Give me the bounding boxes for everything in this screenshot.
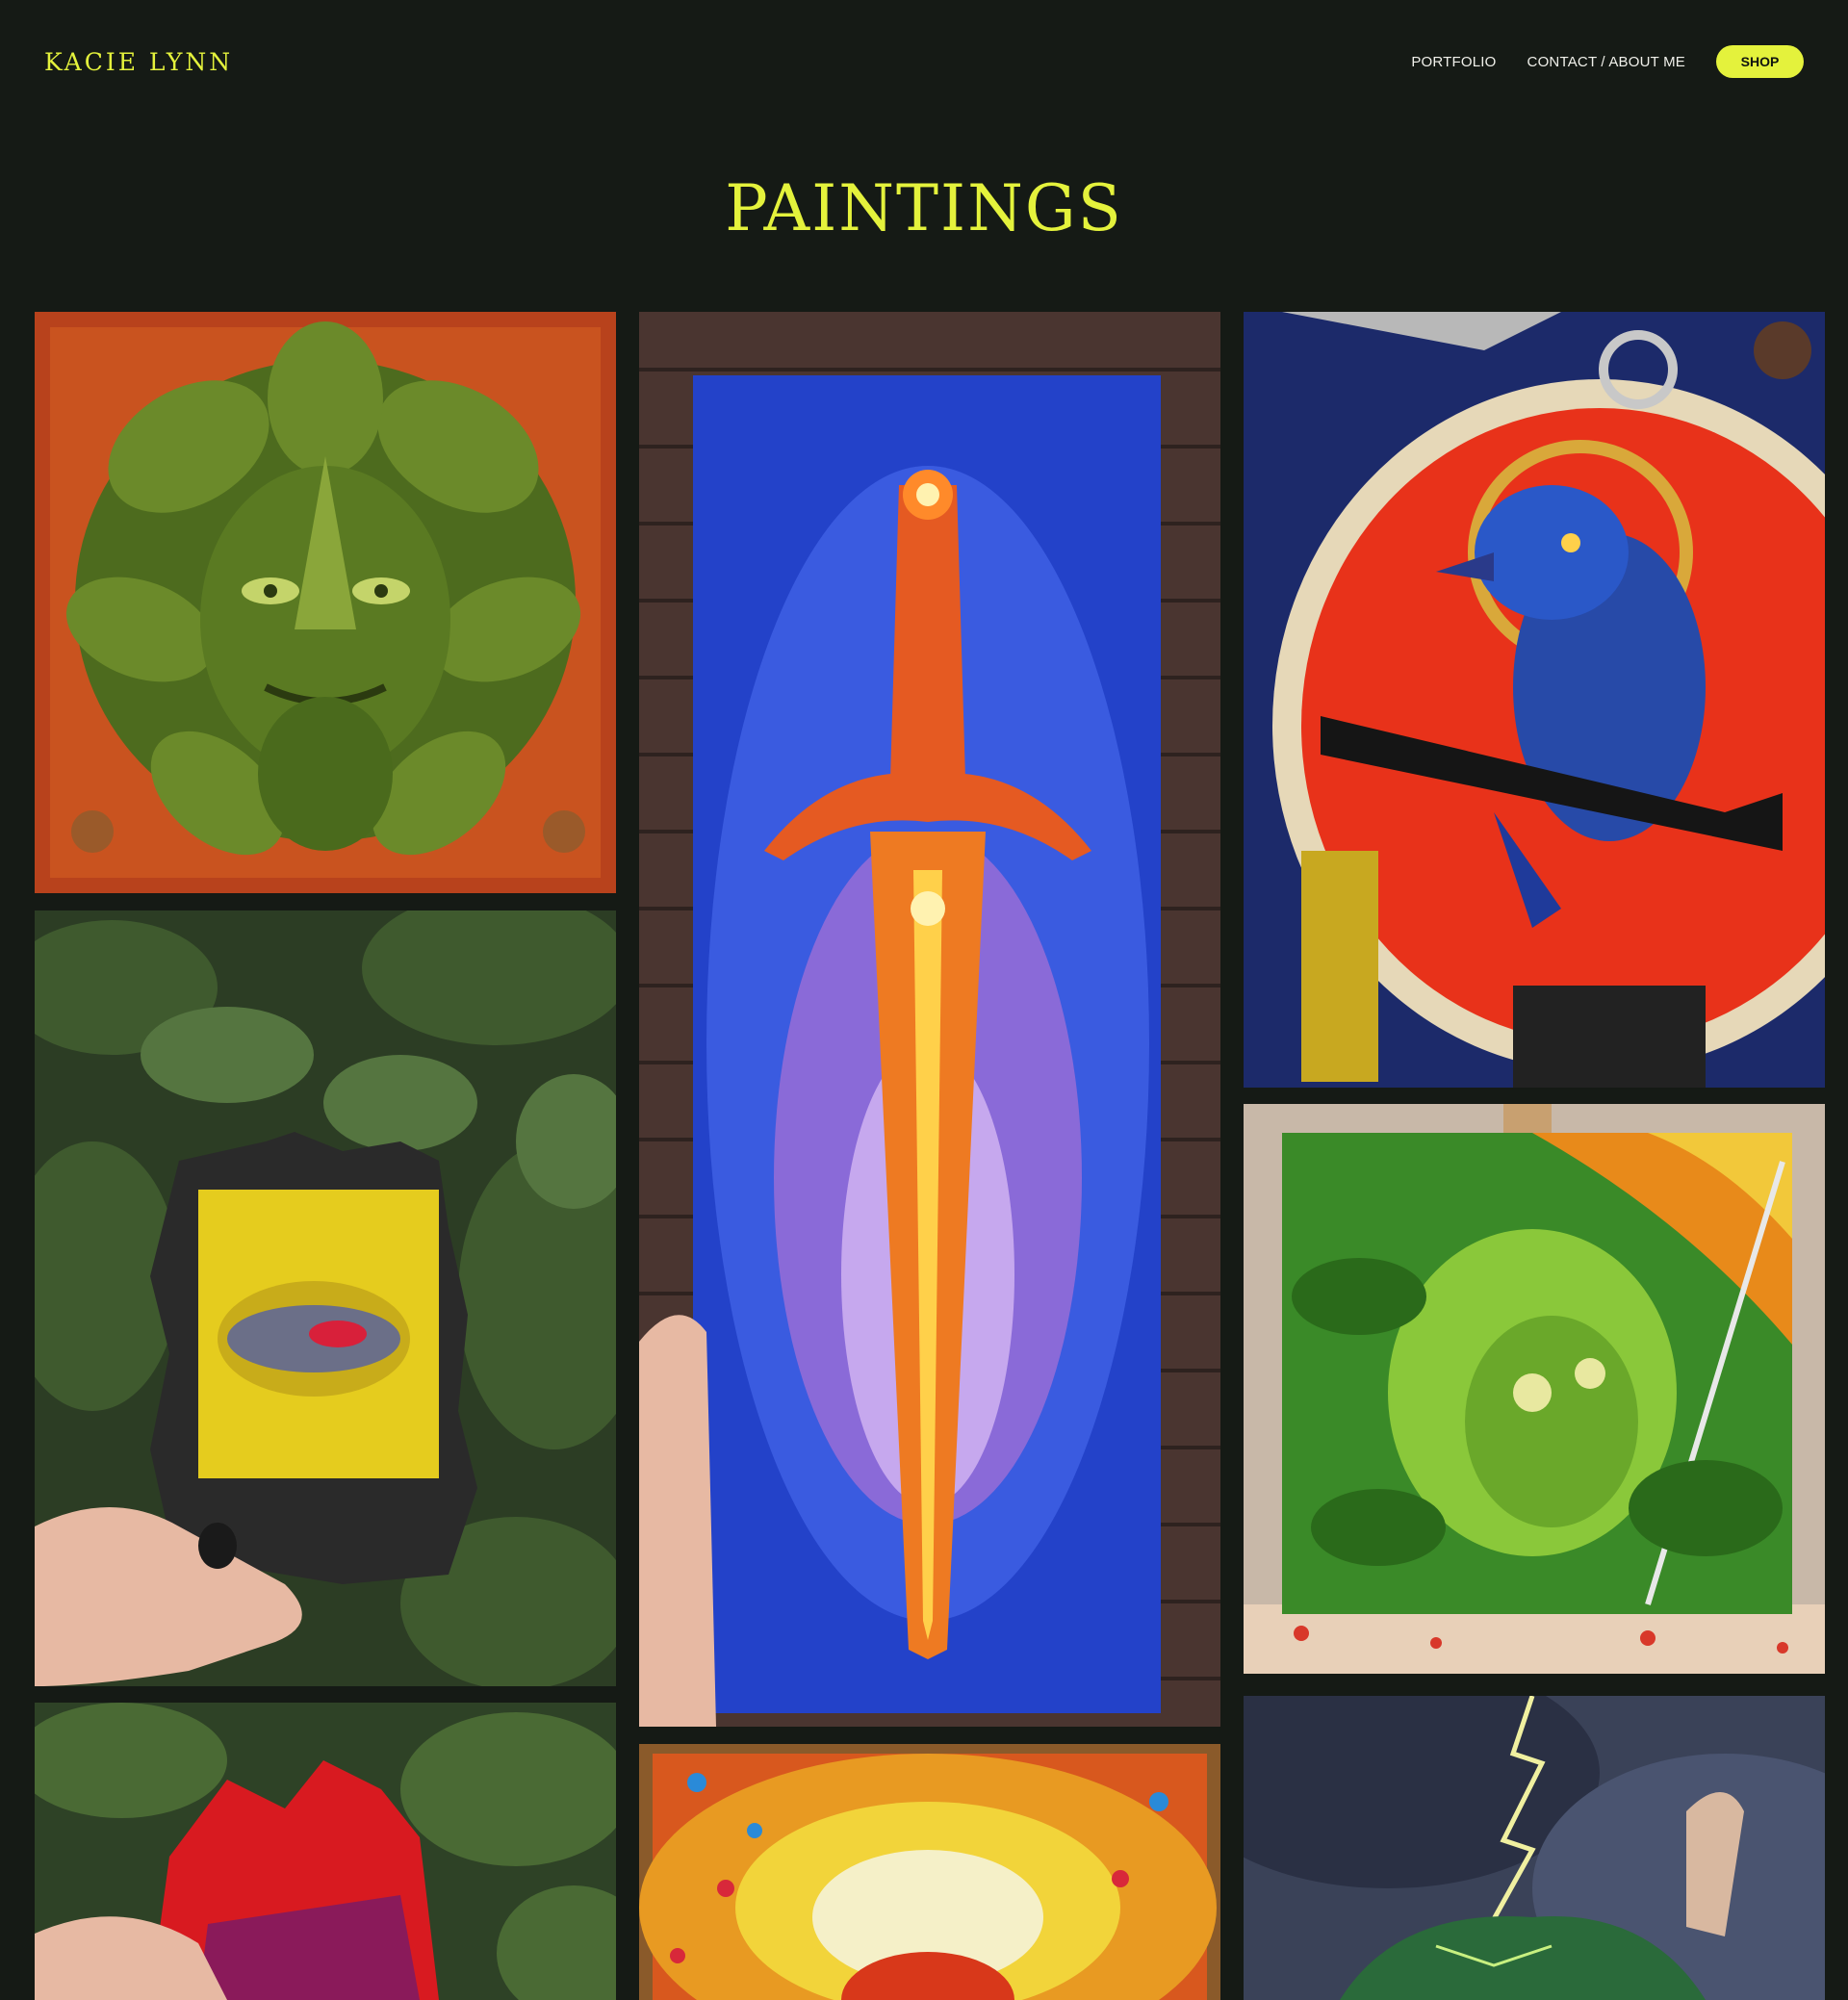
eye-painting-image	[35, 910, 616, 1686]
gallery-item-green-man[interactable]	[35, 312, 616, 893]
shop-button[interactable]: SHOP	[1716, 45, 1804, 78]
raven-image	[1244, 312, 1825, 1088]
site-header: KACIE LYNN PORTFOLIO CONTACT / ABOUT ME …	[0, 0, 1848, 125]
gallery-item-forest-woman[interactable]	[1244, 1104, 1825, 1674]
gallery-item-sunburst[interactable]	[639, 1744, 1220, 2000]
red-framed-image	[35, 1703, 616, 2000]
sword-image	[639, 312, 1220, 1727]
gallery-item-sword[interactable]	[639, 312, 1220, 1727]
gallery-item-eye-painting[interactable]	[35, 910, 616, 1686]
gallery-item-lightning[interactable]	[1244, 1696, 1825, 2000]
site-logo[interactable]: KACIE LYNN	[44, 48, 233, 76]
forest-woman-image	[1244, 1104, 1825, 1674]
gallery-item-red-framed[interactable]	[35, 1703, 616, 2000]
nav-portfolio-link[interactable]: PORTFOLIO	[1411, 54, 1496, 70]
nav-contact-link[interactable]: CONTACT / ABOUT ME	[1527, 54, 1685, 70]
page-title: PAINTINGS	[725, 171, 1123, 245]
sunburst-image	[639, 1744, 1220, 2000]
lightning-image	[1244, 1696, 1825, 2000]
gallery-item-raven[interactable]	[1244, 312, 1825, 1088]
green-man-image	[35, 312, 616, 893]
main-nav: PORTFOLIO CONTACT / ABOUT ME SHOP	[1411, 45, 1804, 78]
